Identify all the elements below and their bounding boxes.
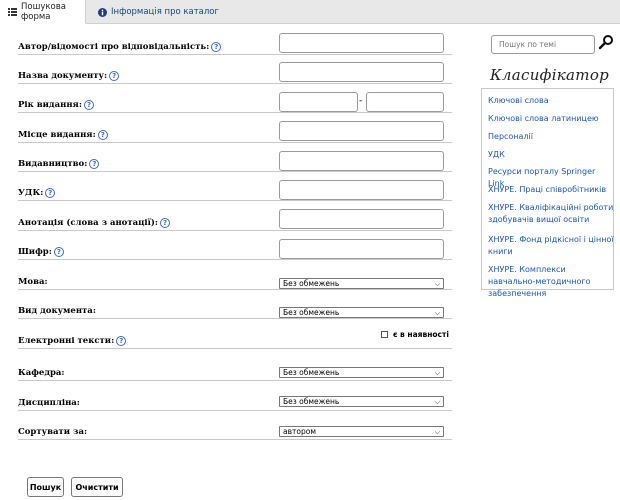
- sort-select[interactable]: автором ⌵: [279, 426, 444, 437]
- title-label-text: Назва документу:: [18, 71, 108, 81]
- classifier-item[interactable]: ХНУРЕ. Праці співробітників: [488, 184, 614, 196]
- classifier-item[interactable]: Персоналії: [488, 131, 614, 143]
- cipher-label: Шифр:?: [18, 247, 64, 257]
- tab-search-form[interactable]: Пошукова форма: [0, 0, 86, 24]
- place-label-text: Місце видання:: [18, 130, 96, 140]
- tab-catalog-info-label: Інформація про каталог: [111, 7, 219, 17]
- publisher-label-text: Видавництво:: [18, 159, 88, 169]
- doctype-select-value: Без обмежень: [283, 308, 340, 317]
- department-select[interactable]: Без обмежень ⌵: [279, 367, 444, 378]
- help-icon[interactable]: ?: [97, 130, 108, 140]
- doctype-label: Вид документа:: [18, 306, 96, 316]
- annotation-label: Анотація (слова з анотації):?: [18, 218, 171, 228]
- language-select[interactable]: Без обмежень ⌵: [279, 278, 444, 289]
- annotation-label-text: Анотація (слова з анотації):: [18, 218, 159, 228]
- department-select-value: Без обмежень: [283, 368, 340, 377]
- help-icon[interactable]: ?: [83, 100, 94, 110]
- help-icon[interactable]: ?: [89, 159, 100, 169]
- search-button[interactable]: Пошук: [27, 477, 64, 497]
- chevron-down-icon: ⌵: [434, 398, 440, 406]
- discipline-select[interactable]: Без обмежень ⌵: [279, 396, 444, 407]
- classifier-item[interactable]: ХНУРЕ. Комплекси навчально-методичного з…: [488, 264, 614, 300]
- udk-label: УДК:?: [18, 188, 56, 198]
- year-to-input[interactable]: [366, 92, 444, 112]
- doctype-select[interactable]: Без обмежень ⌵: [279, 307, 444, 318]
- help-icon[interactable]: ?: [211, 42, 222, 52]
- help-icon[interactable]: ?: [53, 247, 64, 257]
- sort-select-value: автором: [283, 427, 316, 436]
- classifier-item[interactable]: ХНУРЕ. Кваліфікаційні роботи здобувачів …: [488, 202, 614, 226]
- discipline-label: Дисципліна:: [18, 398, 80, 408]
- discipline-select-value: Без обмежень: [283, 397, 340, 406]
- chevron-down-icon: ⌵: [434, 280, 440, 288]
- classifier-item[interactable]: УДК: [488, 149, 614, 161]
- year-from-input[interactable]: [279, 92, 358, 112]
- cipher-label-text: Шифр:: [18, 247, 52, 257]
- classifier-item[interactable]: Ключові слова латиницею: [488, 113, 614, 125]
- classifier-item[interactable]: Ключові слова: [488, 95, 614, 107]
- author-label: Автор/відомості про відповідальність:?: [18, 42, 222, 52]
- chevron-down-icon: ⌵: [434, 309, 440, 317]
- etexts-row: Електронні тексти:?: [18, 334, 452, 349]
- help-icon[interactable]: ?: [160, 218, 171, 228]
- chevron-down-icon: ⌵: [434, 428, 440, 436]
- udk-label-text: УДК:: [18, 188, 44, 198]
- place-label: Місце видання:?: [18, 130, 108, 140]
- topic-search-input[interactable]: Пошук по темі: [491, 35, 595, 54]
- author-label-text: Автор/відомості про відповідальність:: [18, 42, 210, 52]
- place-input[interactable]: [279, 121, 444, 141]
- udk-input[interactable]: [279, 180, 444, 200]
- chevron-down-icon: ⌵: [434, 369, 440, 377]
- department-label: Кафедра:: [18, 368, 65, 378]
- search-icon[interactable]: [598, 34, 614, 50]
- help-icon[interactable]: ?: [109, 71, 120, 81]
- year-label: Рік видання:?: [18, 100, 94, 110]
- classifier-item[interactable]: ХНУРЕ. Фонд рідкісної і цінної книги: [488, 234, 614, 258]
- language-label: Мова:: [18, 277, 48, 287]
- classifier-title: Класифікатор: [490, 66, 610, 84]
- annotation-input[interactable]: [279, 209, 444, 229]
- author-input[interactable]: [279, 33, 444, 53]
- year-separator: -: [359, 96, 363, 106]
- tab-catalog-info[interactable]: Інформація про каталог: [90, 0, 227, 24]
- tab-bar: Пошукова форма Інформація про каталог: [0, 0, 620, 24]
- clear-button[interactable]: Очистити: [71, 477, 123, 497]
- list-icon: [8, 7, 17, 16]
- sort-label: Сортувати за:: [18, 427, 88, 437]
- publisher-input[interactable]: [279, 151, 444, 171]
- title-input[interactable]: [279, 62, 444, 82]
- etexts-label-text: Електронні тексти:: [18, 336, 115, 346]
- language-select-value: Без обмежень: [283, 279, 340, 288]
- info-icon: [98, 7, 107, 17]
- etexts-label: Електронні тексти:?: [18, 336, 127, 346]
- title-label: Назва документу:?: [18, 71, 120, 81]
- help-icon[interactable]: ?: [116, 336, 127, 346]
- publisher-label: Видавництво:?: [18, 159, 100, 169]
- year-label-text: Рік видання:: [18, 100, 82, 110]
- cipher-input[interactable]: [279, 239, 444, 259]
- tab-search-form-label: Пошукова форма: [21, 1, 66, 22]
- help-icon[interactable]: ?: [45, 188, 56, 198]
